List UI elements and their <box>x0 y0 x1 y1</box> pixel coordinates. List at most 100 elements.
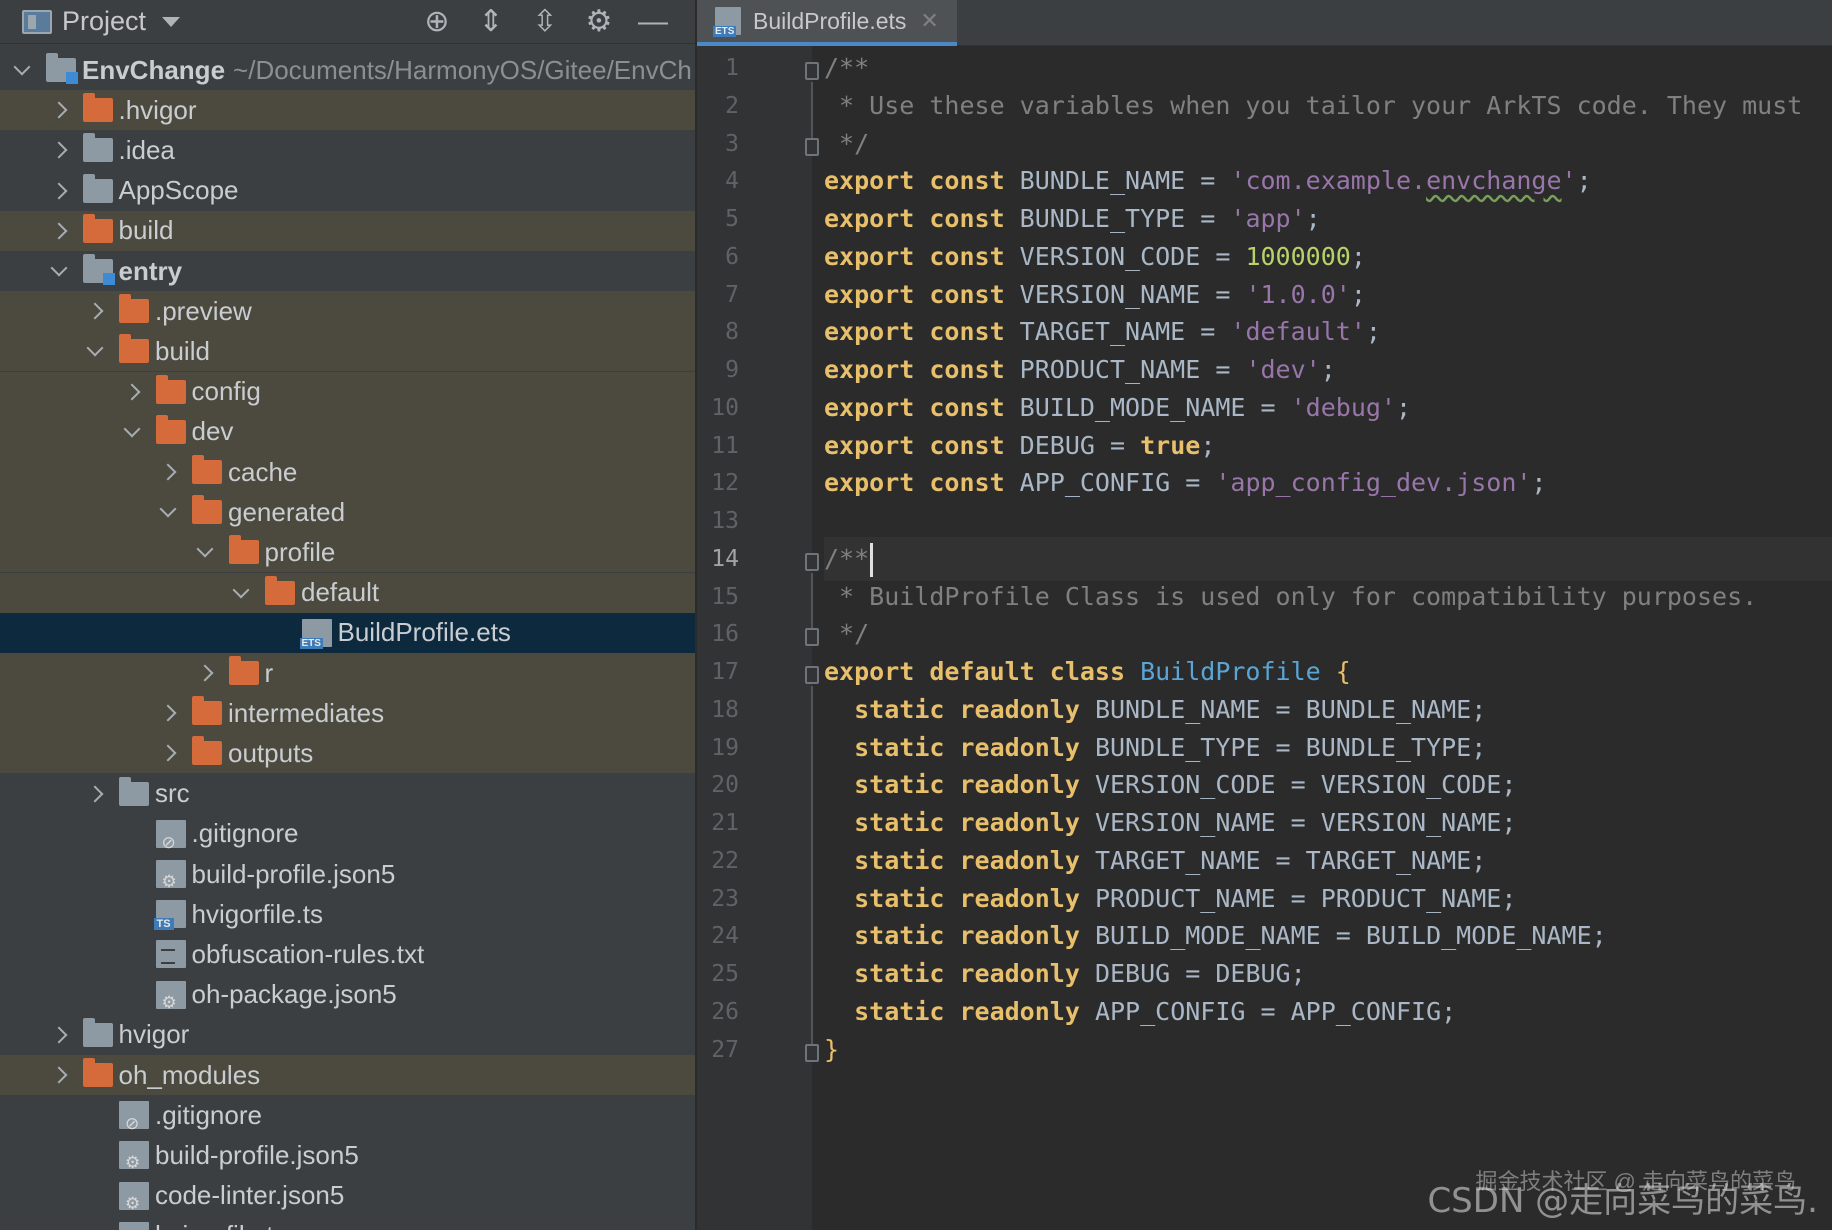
chevron-down-icon[interactable] <box>162 16 181 27</box>
tree-item-label: .idea <box>118 134 175 165</box>
tree-item[interactable]: hvigor <box>0 1015 695 1055</box>
locate-icon[interactable]: ⊕ <box>421 6 453 38</box>
hide-icon[interactable]: — <box>637 6 669 38</box>
chevron-down-icon[interactable] <box>85 341 105 361</box>
code-token: VERSION_CODE = <box>1019 241 1246 271</box>
code-area[interactable]: /** * Use these variables when you tailo… <box>824 46 1832 1230</box>
code-token: * BuildProfile Class is used only for co… <box>824 581 1758 611</box>
chevron-right-icon[interactable] <box>49 221 69 241</box>
line-number-gutter: 1 2 3 4 5 6 7 8 9 10 11 12 13 14 15 16 17 18 19 20 21 22 23 24 2… <box>697 46 819 1230</box>
chevron-right-icon[interactable] <box>158 462 178 482</box>
chevron-right-icon[interactable] <box>158 703 178 723</box>
tree-item[interactable]: oh-package.json5 <box>0 975 695 1015</box>
collapse-all-icon[interactable]: ⇳ <box>529 6 561 38</box>
fold-marker-icon[interactable] <box>805 137 819 156</box>
tree-item[interactable]: generated <box>0 492 695 533</box>
line-number: 17 <box>711 659 739 685</box>
tree-item[interactable]: BuildProfile.ets <box>0 612 695 653</box>
code-token: ; <box>1305 204 1321 233</box>
chevron-down-icon[interactable] <box>12 60 32 80</box>
tree-item[interactable]: dev <box>0 411 695 452</box>
code-token: true <box>1140 430 1201 460</box>
expand-all-icon[interactable]: ⇕ <box>475 6 507 38</box>
line-number: 3 <box>725 130 739 157</box>
tree-item[interactable]: AppScope <box>0 171 695 211</box>
excluded-folder-icon <box>155 374 186 404</box>
tree-item[interactable]: intermediates <box>0 693 695 734</box>
tree-item[interactable]: hvigorfile.ts <box>0 894 695 934</box>
tree-item[interactable]: config <box>0 371 695 412</box>
chevron-right-icon[interactable] <box>49 1065 69 1085</box>
tree-item[interactable]: EnvChange ~/Documents/HarmonyOS/Gitee/Env… <box>0 50 695 90</box>
tree-item[interactable]: cache <box>0 452 695 492</box>
tree-item[interactable]: oh_modules <box>0 1055 695 1095</box>
chevron-right-icon[interactable] <box>158 743 178 763</box>
code-token: ; <box>1320 355 1336 384</box>
folder-icon <box>82 1017 113 1047</box>
tree-item[interactable]: hvigorfile.ts <box>0 1216 695 1230</box>
tree-item-label: hvigorfile.ts <box>155 1220 287 1230</box>
tree-item[interactable]: src <box>0 774 695 814</box>
gear-icon[interactable]: ⚙ <box>583 6 615 38</box>
tree-item[interactable]: .gitignore <box>0 814 695 854</box>
chevron-down-icon[interactable] <box>49 261 69 281</box>
fold-marker-icon[interactable] <box>805 666 819 684</box>
chevron-down-icon[interactable] <box>231 583 251 603</box>
tree-item[interactable]: .gitignore <box>0 1095 695 1135</box>
chevron-down-icon[interactable] <box>158 502 178 522</box>
line-number: 16 <box>711 621 739 648</box>
chevron-right-icon[interactable] <box>85 784 105 804</box>
tree-item[interactable]: build-profile.json5 <box>0 1135 695 1175</box>
tree-item[interactable]: .idea <box>0 130 695 170</box>
chevron-right-icon[interactable] <box>195 663 215 683</box>
tree-item-label: outputs <box>228 737 314 768</box>
tree-item-label: hvigorfile.ts <box>191 898 324 929</box>
chevron-right-icon[interactable] <box>49 100 69 120</box>
code-token: ; <box>1365 317 1381 347</box>
line-number: 18 <box>711 696 739 723</box>
tree-item[interactable]: outputs <box>0 733 695 774</box>
code-token: 'default' <box>1230 317 1366 347</box>
fold-marker-icon[interactable] <box>805 552 819 571</box>
tree-item[interactable]: r <box>0 653 695 693</box>
chevron-down-icon[interactable] <box>195 542 215 562</box>
tree-item-label: obfuscation-rules.txt <box>191 938 425 969</box>
code-token: ; <box>1200 430 1216 460</box>
code-token: '1.0.0' <box>1245 279 1351 309</box>
chevron-right-icon[interactable] <box>49 140 69 160</box>
tree-item[interactable]: default <box>0 572 695 613</box>
tree-item[interactable]: entry <box>0 251 695 291</box>
chevron-right-icon[interactable] <box>122 382 142 402</box>
tree-item[interactable]: .hvigor <box>0 90 695 131</box>
tree-item-label: r <box>264 657 274 688</box>
project-view-selector[interactable]: Project <box>62 6 146 37</box>
tree-item[interactable]: .preview <box>0 291 695 332</box>
tab-buildprofile[interactable]: BuildProfile.ets ✕ <box>697 0 957 46</box>
code-token: export const <box>824 355 1020 384</box>
chevron-right-icon[interactable] <box>49 181 69 201</box>
tree-item[interactable]: code-linter.json5 <box>0 1176 695 1216</box>
chevron-down-icon[interactable] <box>122 422 142 442</box>
ts-file-icon <box>153 900 186 931</box>
fold-marker-icon[interactable] <box>805 62 819 80</box>
folder-icon <box>82 133 113 163</box>
code-line[interactable]: } <box>824 1028 1832 1072</box>
tree-item[interactable]: profile <box>0 532 695 573</box>
chevron-right-icon[interactable] <box>49 1025 69 1045</box>
tree-item[interactable]: build-profile.json5 <box>0 854 695 894</box>
tree-item[interactable]: build <box>0 331 695 372</box>
fold-marker-icon[interactable] <box>805 628 819 647</box>
close-icon[interactable]: ✕ <box>920 8 938 34</box>
code-token: 'app_config_dev.json' <box>1215 468 1532 498</box>
tree-item[interactable]: build <box>0 210 695 251</box>
fold-guide <box>811 686 813 1044</box>
line-number: 10 <box>711 394 739 421</box>
chevron-right-icon[interactable] <box>85 301 105 321</box>
fold-marker-icon[interactable] <box>805 1043 819 1062</box>
folder-icon <box>82 173 113 203</box>
tree-item[interactable]: obfuscation-rules.txt <box>0 934 695 974</box>
